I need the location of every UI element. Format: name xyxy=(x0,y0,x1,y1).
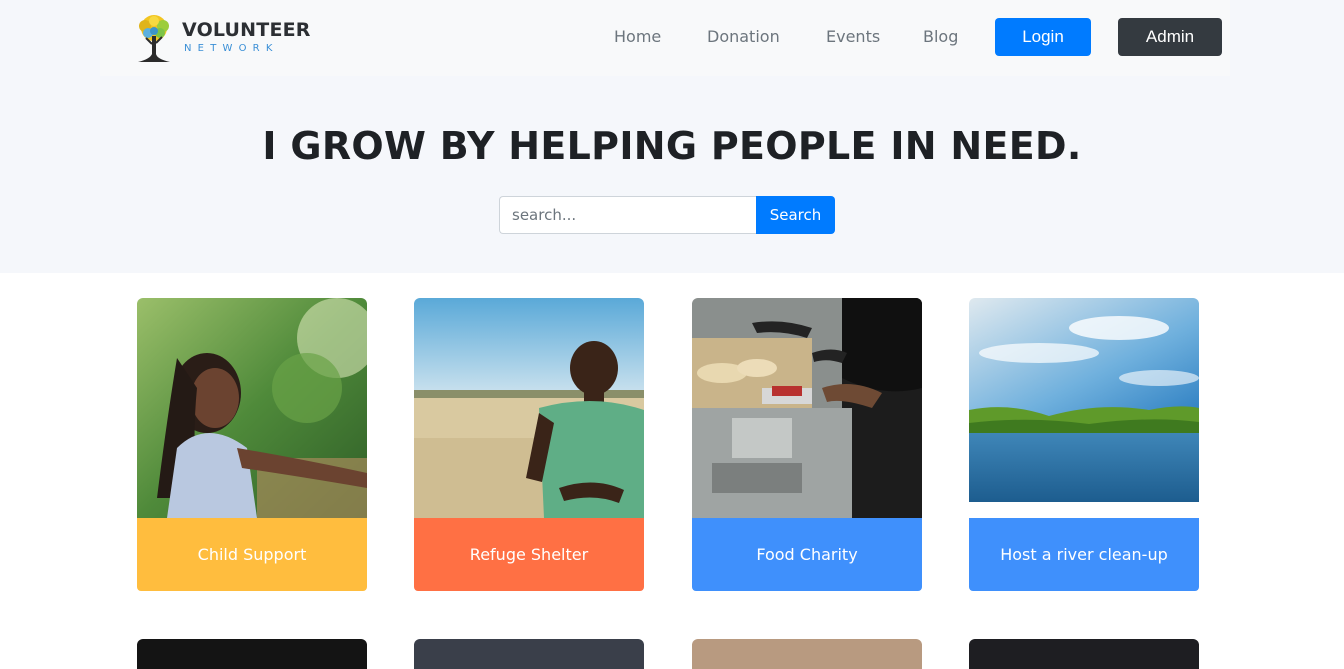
event-card-refuge-shelter[interactable]: Refuge Shelter xyxy=(414,298,644,591)
event-card-row2-4[interactable] xyxy=(969,639,1199,669)
event-card-river-cleanup[interactable]: Host a river clean-up xyxy=(969,298,1199,591)
event-card-title: Child Support xyxy=(137,518,367,591)
event-card-food-charity[interactable]: Food Charity xyxy=(692,298,922,591)
brand-logo[interactable]: VOLUNTEER NETWORK xyxy=(128,12,311,66)
nav-link-events[interactable]: Events xyxy=(826,27,880,46)
admin-button[interactable]: Admin xyxy=(1118,18,1222,56)
login-button[interactable]: Login xyxy=(995,18,1091,56)
brand-name-line1: VOLUNTEER xyxy=(182,19,311,41)
event-card-title: Host a river clean-up xyxy=(969,518,1199,591)
event-card-title: Food Charity xyxy=(692,518,922,591)
search-button[interactable]: Search xyxy=(756,196,835,234)
nav-link-blog[interactable]: Blog xyxy=(923,27,958,46)
tree-logo-icon xyxy=(138,15,170,62)
river-landscape-photo xyxy=(969,298,1199,518)
event-card-row2-3[interactable] xyxy=(692,639,922,669)
event-card-row2-1[interactable] xyxy=(137,639,367,669)
event-card-row2-2[interactable] xyxy=(414,639,644,669)
brand-name-line2: NETWORK xyxy=(184,43,279,54)
page-headline: I GROW BY HELPING PEOPLE IN NEED. xyxy=(262,124,1082,168)
boy-in-field-photo xyxy=(414,298,644,518)
search-input[interactable] xyxy=(499,196,757,234)
event-card-title: Refuge Shelter xyxy=(414,518,644,591)
event-card-child-support[interactable]: Child Support xyxy=(137,298,367,591)
search-bar: Search xyxy=(499,196,836,234)
nav-link-home[interactable]: Home xyxy=(614,27,661,46)
girl-smiling-photo xyxy=(137,298,367,518)
food-donation-photo xyxy=(692,298,922,518)
nav-link-donation[interactable]: Donation xyxy=(707,27,780,46)
